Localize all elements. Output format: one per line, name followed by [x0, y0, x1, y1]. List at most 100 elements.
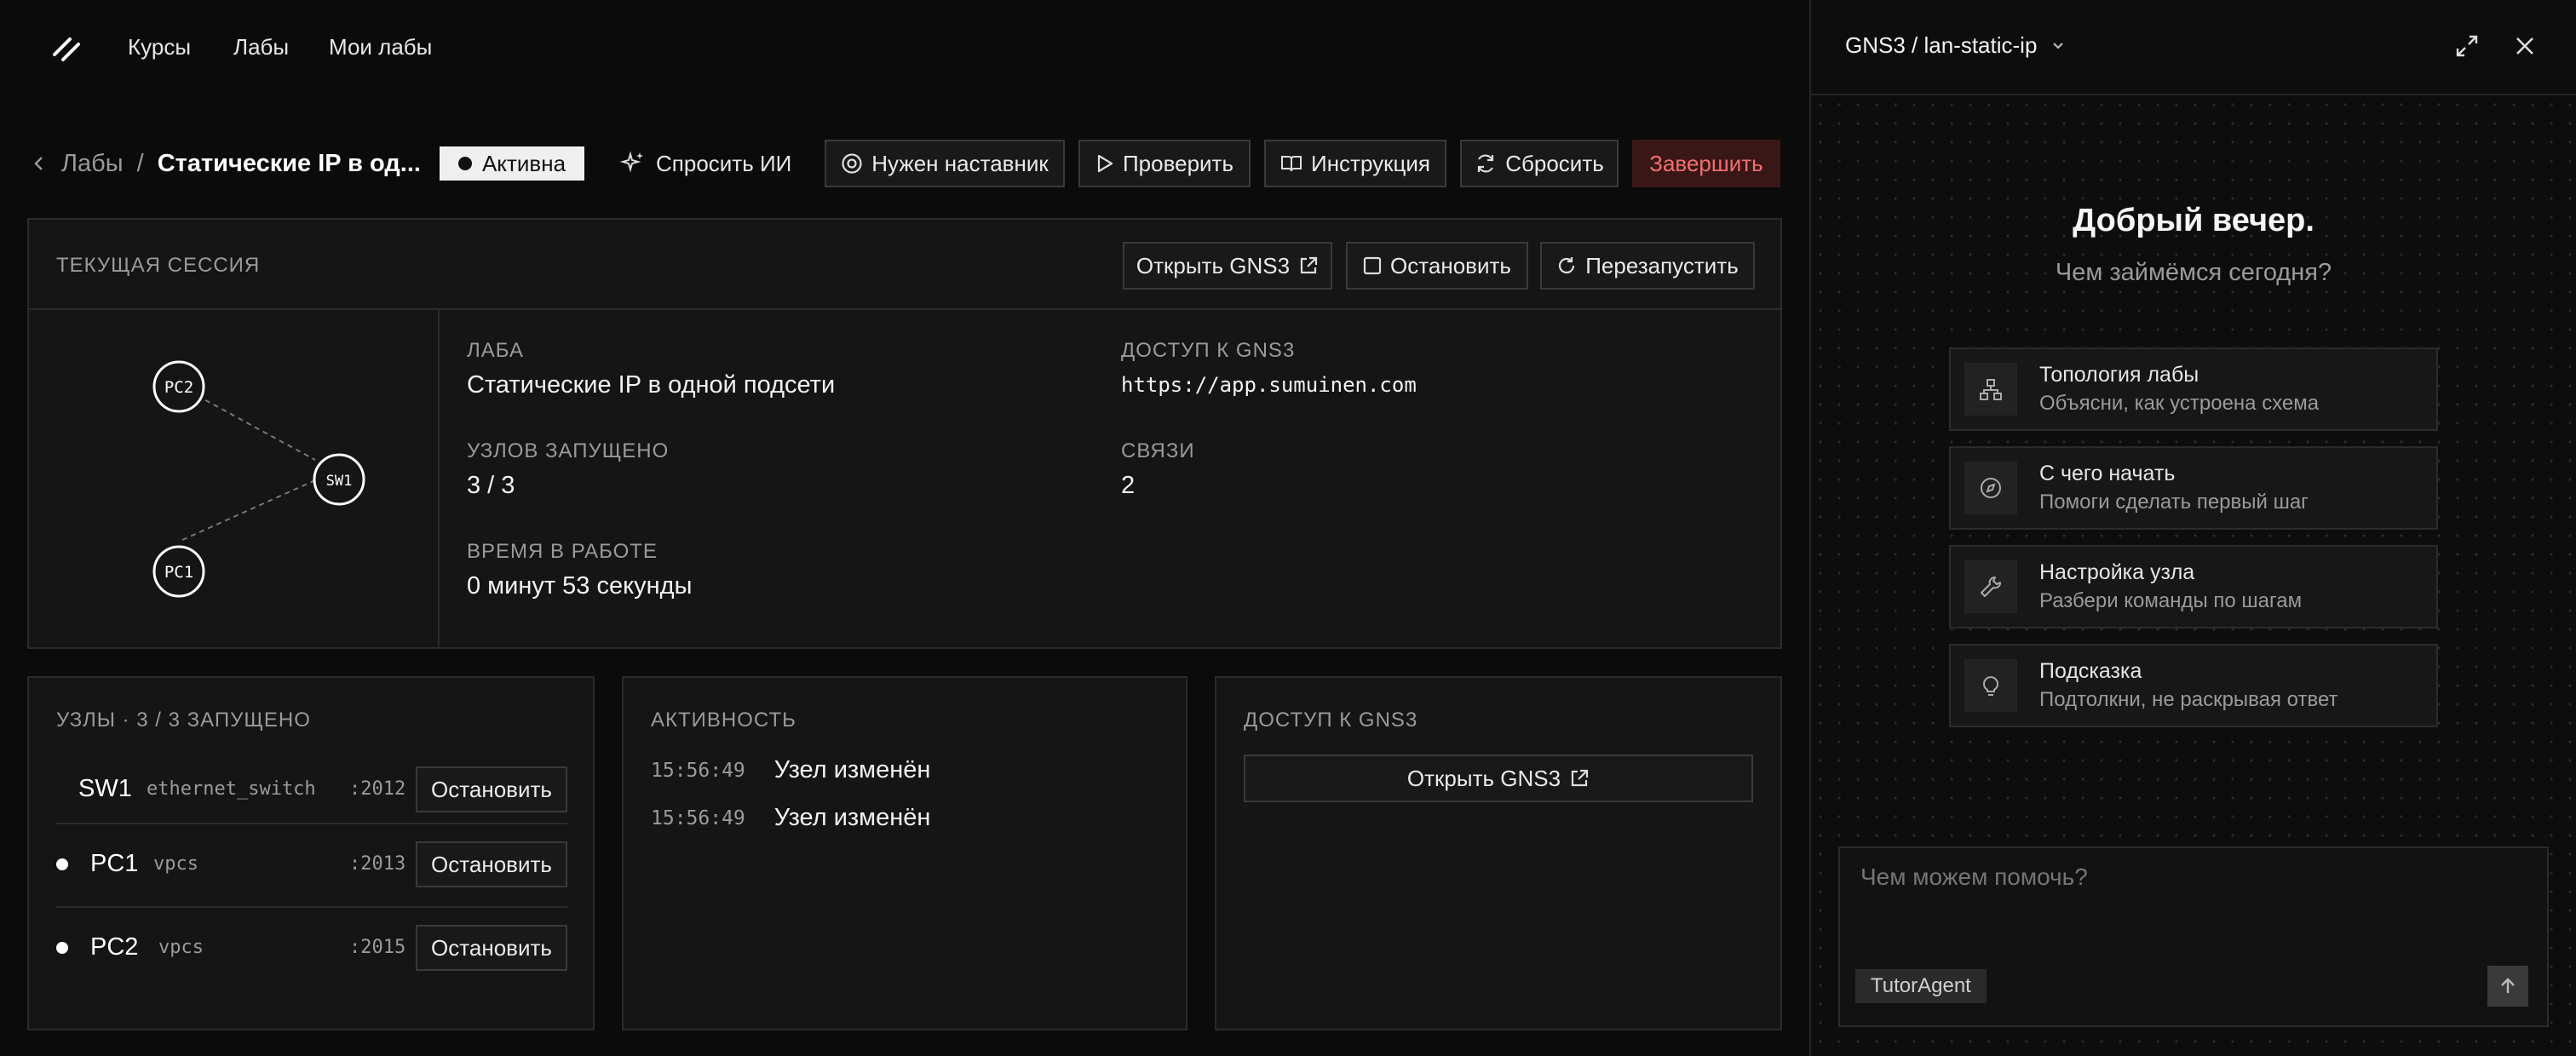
suggestion-card[interactable]: Настройка узла Разбери команды по шагам: [1949, 545, 2438, 628]
assistant-body: Добрый вечер. Чем займёмся сегодня? Топо…: [1811, 95, 2576, 1056]
breadcrumb: Лабы / Статические IP в од...: [31, 148, 421, 179]
session-open-gns3-label: Открыть GNS3: [1136, 252, 1291, 278]
session-restart-button[interactable]: Перезапустить: [1540, 242, 1755, 290]
topology-label-sw1: SW1: [326, 473, 353, 490]
context-selector[interactable]: GNS3 / lan-static-ip: [1845, 32, 2066, 59]
session-panel: Текущая сессия Открыть GNS3 Остановить П…: [27, 218, 1782, 649]
topology-node-pc1[interactable]: PC1: [152, 545, 205, 598]
chevron-down-icon: [2053, 42, 2064, 49]
node-stop-label: Остановить: [431, 934, 552, 961]
logo[interactable]: [51, 32, 82, 63]
activity-panel-title: Активность: [651, 709, 796, 732]
lightbulb-icon: [1964, 659, 2017, 712]
need-mentor-label: Нужен наставник: [871, 150, 1049, 176]
status-dot-icon: [457, 157, 472, 170]
nav-my-labs[interactable]: Мои лабы: [329, 34, 432, 60]
assistant-greeting: Добрый вечер.: [2073, 203, 2314, 238]
external-link-icon: [1571, 769, 1589, 787]
breadcrumb-separator: /: [136, 149, 144, 177]
lab-label: Лаба: [467, 339, 524, 362]
gns3-access-url[interactable]: https://app.sumuinen.com: [1121, 373, 1417, 397]
restart-icon: [1559, 257, 1575, 274]
chevron-left-icon[interactable]: [31, 155, 48, 172]
topology-diagram: PC2 SW1 PC1: [152, 360, 365, 598]
node-row-pc1: PC1 vpcs :2013 Остановить: [56, 823, 567, 908]
suggestion-card[interactable]: С чего начать Помоги сделать первый шаг: [1949, 446, 2438, 530]
suggestion-card[interactable]: Подсказка Подтолкни, не раскрывая ответ: [1949, 644, 2438, 727]
check-label: Проверить: [1122, 150, 1234, 176]
close-icon[interactable]: [2510, 31, 2540, 61]
status-badge-label: Активна: [481, 150, 566, 176]
topology-node-sw1[interactable]: SW1: [313, 453, 365, 506]
send-button[interactable]: [2487, 966, 2528, 1007]
external-link-icon: [1300, 256, 1318, 274]
nodes-running-label: Узлов запущено: [467, 439, 670, 462]
suggestion-desc: Разбери команды по шагам: [2039, 589, 2303, 612]
nav-labs[interactable]: Лабы: [233, 34, 289, 60]
finish-button[interactable]: Завершить: [1632, 140, 1780, 187]
open-gns3-label: Открыть GNS3: [1406, 765, 1561, 791]
node-type: vpcs: [153, 853, 198, 875]
session-stop-label: Остановить: [1390, 252, 1511, 278]
breadcrumb-parent[interactable]: Лабы: [61, 150, 124, 178]
assistant-panel: GNS3 / lan-static-ip Добрый вечер. Чем з…: [1809, 0, 2576, 1056]
suggestion-title: Подсказка: [2039, 659, 2142, 683]
open-gns3-button[interactable]: Открыть GNS3: [1244, 755, 1753, 802]
uptime-label: Время в работе: [467, 540, 658, 563]
nodes-panel-title: Узлы · 3 / 3 запущено: [56, 709, 311, 732]
play-icon: [1097, 154, 1113, 173]
status-badge: Активна: [440, 146, 584, 181]
node-port: :2012: [349, 778, 406, 800]
activity-text: Узел изменён: [773, 804, 931, 831]
suggestion-title: Топология лабы: [2039, 363, 2199, 387]
lab-value: Статические IP в одной подсети: [467, 371, 836, 399]
agent-tag[interactable]: TutorAgent: [1855, 969, 1987, 1003]
instructions-button[interactable]: Инструкция: [1264, 140, 1446, 187]
suggestion-title: Настройка узла: [2039, 560, 2195, 584]
topology-node-pc2[interactable]: PC2: [152, 360, 205, 413]
suggestion-desc: Подтолкни, не раскрывая ответ: [2039, 688, 2338, 711]
nav-courses[interactable]: Курсы: [128, 34, 191, 60]
node-name: SW1: [78, 775, 132, 802]
activity-text: Узел изменён: [773, 756, 931, 783]
node-stop-button[interactable]: Остановить: [416, 766, 567, 812]
activity-item: 15:56:49 Узел изменён: [651, 756, 930, 784]
suggestion-card[interactable]: Топология лабы Объясни, как устроена схе…: [1949, 347, 2438, 431]
node-stop-button[interactable]: Остановить: [416, 925, 567, 971]
reset-button[interactable]: Сбросить: [1460, 140, 1619, 187]
links-value: 2: [1121, 472, 1136, 499]
check-button[interactable]: Проверить: [1078, 140, 1251, 187]
node-name: PC1: [90, 850, 139, 877]
activity-item: 15:56:49 Узел изменён: [651, 804, 930, 832]
session-title: Текущая сессия: [56, 254, 261, 277]
assistant-subtitle: Чем займёмся сегодня?: [2055, 259, 2332, 286]
node-running-dot-icon: [56, 942, 68, 954]
node-stop-label: Остановить: [431, 851, 552, 877]
session-stop-button[interactable]: Остановить: [1346, 242, 1528, 290]
need-mentor-button[interactable]: Нужен наставник: [825, 140, 1065, 187]
gns3-access-panel: Доступ к GNS3 Открыть GNS3: [1215, 676, 1782, 1030]
node-port: :2013: [349, 853, 406, 875]
stop-square-icon: [1363, 256, 1382, 275]
ask-ai-label: Спросить ИИ: [656, 150, 792, 176]
expand-icon[interactable]: [2452, 31, 2482, 61]
ask-ai-button[interactable]: Спросить ИИ: [620, 140, 791, 187]
lifebuoy-icon: [842, 153, 862, 174]
node-stop-button[interactable]: Остановить: [416, 841, 567, 887]
topology-divider: [438, 310, 440, 647]
suggestion-desc: Помоги сделать первый шаг: [2039, 491, 2309, 514]
topology-icon: [1964, 363, 2017, 416]
context-label: GNS3 / lan-static-ip: [1845, 32, 2038, 58]
suggestion-desc: Объясни, как устроена схема: [2039, 392, 2320, 415]
chat-composer: TutorAgent: [1838, 847, 2549, 1027]
session-open-gns3-button[interactable]: Открыть GNS3: [1123, 242, 1332, 290]
node-stop-label: Остановить: [431, 776, 552, 802]
chat-input[interactable]: [1859, 862, 2527, 950]
node-port: :2015: [349, 937, 406, 958]
session-restart-label: Перезапустить: [1585, 252, 1739, 278]
refresh-icon: [1478, 154, 1494, 173]
links-label: Связи: [1121, 439, 1195, 462]
instructions-label: Инструкция: [1311, 150, 1430, 176]
wrench-icon: [1964, 560, 2017, 613]
logo-icon: [53, 37, 80, 61]
